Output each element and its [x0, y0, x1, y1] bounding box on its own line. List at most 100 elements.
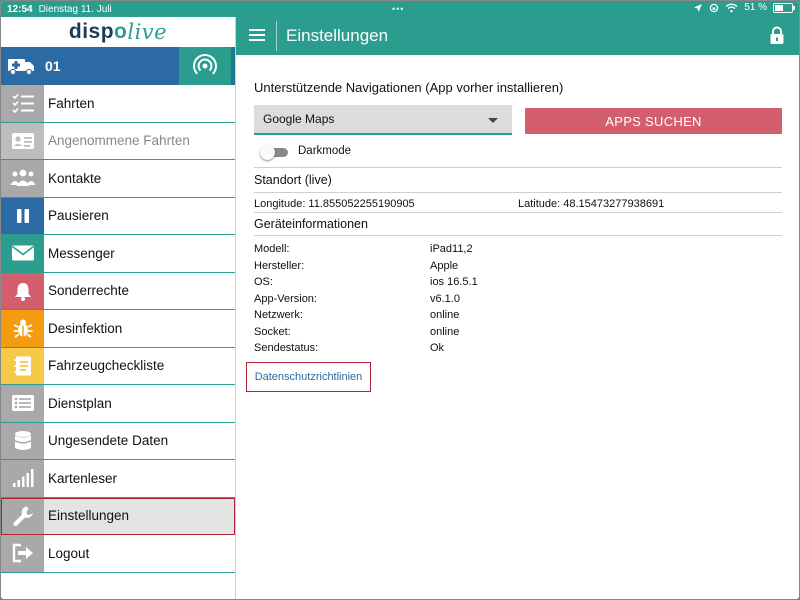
- bell-icon: [14, 282, 31, 301]
- divider: [254, 235, 782, 236]
- sidebar-item-sonderrechte[interactable]: Sonderrechte: [1, 272, 235, 310]
- device-info-section-title: Geräteinformationen: [254, 217, 368, 231]
- broadcast-signal-icon[interactable]: [179, 47, 231, 85]
- people-icon: [10, 169, 35, 187]
- sidebar-item-logout[interactable]: Logout: [1, 535, 235, 573]
- sidebar-item-fahrten[interactable]: Fahrten: [1, 85, 235, 123]
- divider: [254, 167, 782, 168]
- darkmode-label: Darkmode: [298, 145, 352, 157]
- device-info-label-model: Modell:: [254, 243, 290, 255]
- location-arrow-icon: [694, 3, 703, 12]
- device-info-value-os: ios 16.5.1: [430, 276, 478, 288]
- sidebar-item-label: Dienstplan: [48, 395, 112, 411]
- orientation-lock-icon: [710, 3, 719, 12]
- device-info-label-send-status: Sendestatus:: [254, 342, 319, 354]
- sidebar-item-label: Kontakte: [48, 170, 102, 186]
- device-info-label-network: Netzwerk:: [254, 309, 303, 321]
- logo-text-live: live: [127, 20, 168, 44]
- logo-text-o: o: [114, 20, 128, 43]
- sidebar-item-icon-box: [1, 235, 44, 272]
- database-icon: [14, 430, 31, 450]
- sidebar-item-fahrzeugcheckliste[interactable]: Fahrzeugcheckliste: [1, 347, 235, 385]
- device-info-label-app-version: App-Version:: [254, 292, 317, 305]
- sidebar-item-icon-box: [1, 385, 44, 422]
- battery-icon: [773, 2, 795, 13]
- sidebar-item-icon-box: [1, 310, 44, 347]
- sidebar-item-label: Fahrten: [48, 95, 95, 111]
- device-info-value-manufacturer: Apple: [430, 259, 459, 272]
- checklist-icon: [11, 94, 34, 114]
- sidebar-item-label: Desinfektion: [48, 320, 123, 336]
- status-time: 12:54: [7, 3, 33, 15]
- device-info-value-app-version: v6.1.0: [430, 292, 460, 305]
- sidebar-item-icon-box: [1, 122, 44, 159]
- device-info-label-socket: Socket:: [254, 325, 291, 338]
- sidebar-item-desinfektion[interactable]: Desinfektion: [1, 310, 235, 348]
- navigation-app-select[interactable]: Google Maps: [254, 105, 512, 135]
- latitude-value: Latitude: 48.15473277938691: [518, 198, 665, 210]
- app-logo: disp o live: [1, 17, 235, 47]
- wifi-icon: [725, 3, 738, 12]
- sidebar-item-icon-box: [1, 347, 44, 384]
- divider: [254, 192, 782, 193]
- device-info-value-send-status: Ok: [430, 342, 445, 354]
- sidebar-item-angenommene-fahrten[interactable]: Angenommene Fahrten: [1, 122, 235, 160]
- pause-icon: [16, 208, 29, 223]
- sidebar-item-label: Pausieren: [48, 208, 109, 224]
- darkmode-toggle[interactable]: [260, 145, 288, 160]
- location-section-title: Standort (live): [254, 173, 332, 187]
- sidebar-item-icon-box: [1, 272, 44, 309]
- sidebar-item-label: Fahrzeugcheckliste: [48, 358, 165, 374]
- longitude-value: Longitude: 11.855052255190905: [254, 198, 415, 210]
- sidebar-item-icon-box: [1, 197, 44, 234]
- sidebar-item-label: Einstellungen: [48, 508, 130, 524]
- sidebar-item-label: Angenommene Fahrten: [48, 133, 190, 149]
- ambulance-icon: [1, 47, 41, 85]
- sidebar-item-label: Messenger: [48, 245, 115, 261]
- navigation-app-select-value: Google Maps: [263, 112, 335, 126]
- id-card-icon: [11, 132, 34, 149]
- privacy-policy-link[interactable]: Datenschutzrichtlinien: [246, 362, 371, 392]
- sidebar-item-label: Ungesendete Daten: [48, 433, 169, 449]
- vehicle-bar-edge: [231, 47, 235, 85]
- sidebar-item-kontakte[interactable]: Kontakte: [1, 160, 235, 198]
- settings-content: Unterstützende Navigationen (App vorher …: [236, 55, 799, 599]
- device-info-label-os: OS:: [254, 276, 273, 288]
- sidebar-item-dienstplan[interactable]: Dienstplan: [1, 385, 235, 423]
- sidebar-menu: Fahrten Angenommene Fahrten Kontakte Pau…: [1, 85, 235, 573]
- bug-icon: [13, 319, 32, 338]
- page-title: Einstellungen: [286, 26, 389, 45]
- sidebar-item-icon-box: [1, 460, 44, 497]
- multitask-dots: •••: [392, 4, 405, 14]
- logo-text-disp: disp: [68, 20, 115, 43]
- sidebar-item-icon-box: [1, 85, 44, 122]
- vehicle-bar[interactable]: 01: [1, 47, 235, 85]
- sidebar-item-label: Kartenleser: [48, 470, 118, 486]
- caret-down-icon: [488, 118, 498, 123]
- app-window: 12:54 Dienstag 11. Juli ••• 51 % disp o li…: [0, 0, 800, 600]
- sidebar-item-icon-box: [1, 422, 44, 459]
- navigation-section-title: Unterstützende Navigationen (App vorher …: [254, 80, 564, 95]
- envelope-icon: [11, 245, 34, 261]
- divider: [254, 212, 782, 213]
- sidebar: disp o live 01 Fahrten Angenommene Fahrt…: [1, 17, 236, 599]
- top-app-bar: Einstellungen: [236, 17, 799, 55]
- device-info-value-network: online: [430, 309, 460, 321]
- device-info-label-manufacturer: Hersteller:: [254, 259, 305, 272]
- sidebar-item-icon-box: [1, 535, 44, 572]
- sidebar-item-ungesendete-daten[interactable]: Ungesendete Daten: [1, 422, 235, 460]
- battery-fill: [775, 4, 784, 11]
- sidebar-item-messenger[interactable]: Messenger: [1, 235, 235, 273]
- device-info-value-socket: online: [430, 325, 460, 338]
- sidebar-item-pausieren[interactable]: Pausieren: [1, 197, 235, 235]
- logout-icon: [12, 544, 33, 563]
- sidebar-item-label: Logout: [48, 545, 90, 561]
- status-right: 51 %: [693, 2, 795, 13]
- sidebar-item-einstellungen[interactable]: Einstellungen: [1, 497, 235, 535]
- sidebar-item-kartenleser[interactable]: Kartenleser: [1, 460, 235, 498]
- lock-icon[interactable]: [769, 26, 785, 45]
- search-apps-button[interactable]: APPS SUCHEN: [525, 108, 782, 134]
- status-date: Dienstag 11. Juli: [38, 3, 112, 15]
- hamburger-menu-icon[interactable]: [249, 29, 265, 43]
- notebook-icon: [14, 356, 31, 376]
